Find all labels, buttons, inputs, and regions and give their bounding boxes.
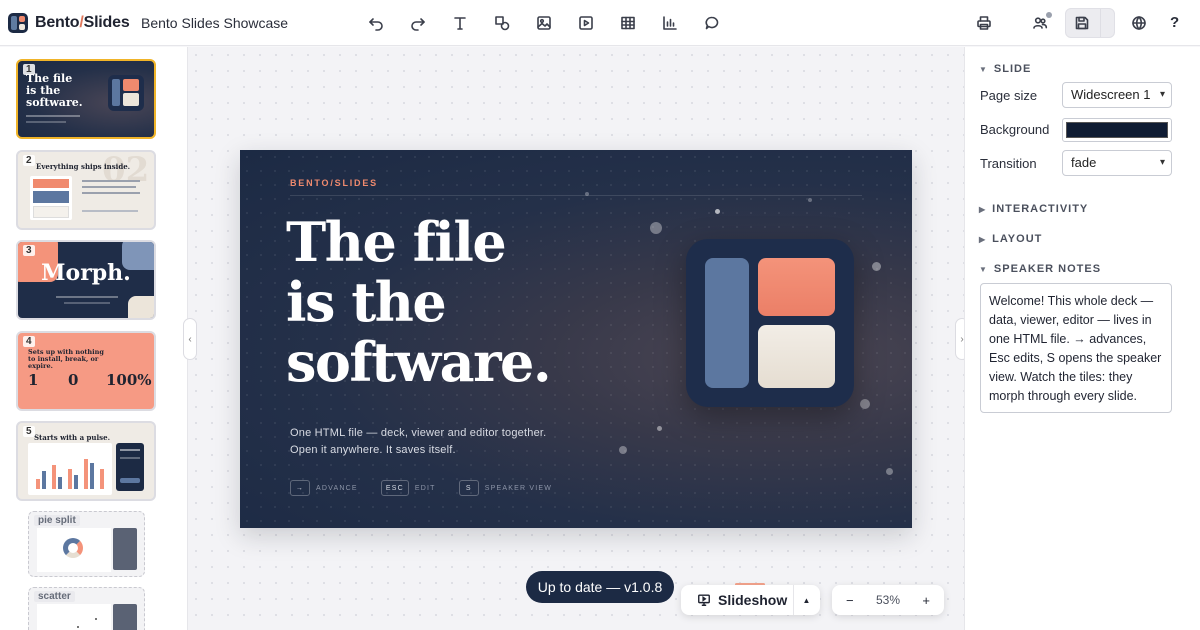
thumbnail-number: 1: [23, 64, 35, 75]
slide-headline[interactable]: The file is the software.: [286, 212, 552, 392]
thumbnail-bento-logo: [108, 75, 144, 111]
globe-icon[interactable]: [1127, 11, 1151, 35]
keycap-arrow: →: [290, 480, 310, 496]
slide-divider: [290, 195, 862, 196]
background-label: Background: [980, 122, 1050, 137]
shapes-icon[interactable]: [490, 11, 514, 35]
chevron-down-icon: ▾: [1159, 89, 1165, 100]
thumbnail-title: Sets up with nothing to install, break, …: [28, 348, 104, 370]
table-icon[interactable]: [616, 11, 640, 35]
thumbnail-stat: 100%: [106, 371, 152, 389]
text-icon[interactable]: [448, 11, 472, 35]
page-size-select[interactable]: Widescreen 1 ▾: [1062, 82, 1172, 108]
slideshow-options-caret-icon[interactable]: ▲: [793, 585, 819, 615]
thumbnail-number: 2: [23, 155, 35, 166]
thumbnail-title: Everything ships inside.: [36, 162, 131, 171]
background-color-picker[interactable]: [1062, 118, 1172, 142]
keycap-s: S: [458, 480, 479, 496]
thumbnail-title: Starts with a pulse.: [34, 433, 111, 442]
app-logo: [8, 13, 28, 33]
transition-label: Transition: [980, 156, 1037, 171]
current-slide[interactable]: BENTO/SLIDES The file is the software. O…: [240, 150, 912, 528]
speaker-notes-textarea[interactable]: Welcome! This whole deck — data, viewer,…: [980, 283, 1172, 413]
section-slide-header[interactable]: ▼ SLIDE: [979, 63, 1031, 75]
section-layout-header[interactable]: ▶ LAYOUT: [979, 233, 1042, 245]
template-label: pie split: [34, 515, 80, 526]
presentation-icon: [698, 594, 710, 606]
keyboard-hints: → ADVANCE ESC EDIT S SPEAKER VIEW: [290, 480, 572, 496]
bento-logo-illustration[interactable]: [686, 239, 854, 407]
video-icon[interactable]: [574, 11, 598, 35]
undo-icon[interactable]: [364, 11, 388, 35]
slide-thumbnail-5[interactable]: Starts with a pulse. 5: [16, 421, 156, 501]
document-title[interactable]: Bento Slides Showcase: [141, 15, 288, 31]
slideshow-button-group: Slideshow ▲: [681, 585, 820, 615]
thumbnail-number: 5: [23, 426, 35, 437]
print-icon[interactable]: [972, 11, 996, 35]
zoom-out-button[interactable]: −: [846, 593, 854, 608]
thumbnail-number: 4: [23, 336, 35, 347]
zoom-in-button[interactable]: +: [922, 593, 930, 608]
section-interactivity-header[interactable]: ▶ INTERACTIVITY: [979, 203, 1088, 215]
slideshow-button[interactable]: Slideshow: [681, 592, 793, 608]
presence-indicator: [1046, 12, 1052, 18]
thumbnail-stat: 1: [28, 371, 39, 389]
thumbnail-title: The file is the software.: [26, 72, 83, 109]
slide-thumbnail-1[interactable]: The file is the software. 1: [16, 59, 156, 139]
update-status-pill[interactable]: Up to date — v1.0.8: [526, 571, 674, 603]
chevron-down-icon: ▾: [1159, 157, 1165, 168]
keycap-esc: ESC: [380, 480, 409, 496]
image-icon[interactable]: [532, 11, 556, 35]
chart-icon[interactable]: [658, 11, 682, 35]
save-icon[interactable]: [1070, 11, 1094, 35]
comment-icon[interactable]: [700, 11, 724, 35]
background-color-swatch: [1066, 122, 1168, 138]
template-label: scatter: [34, 591, 75, 602]
top-toolbar: Bento/Slides Bento Slides Showcase ?: [0, 0, 1200, 46]
redo-icon[interactable]: [406, 11, 430, 35]
slide-thumbnail-3[interactable]: Morph. 3: [16, 240, 156, 320]
help-icon[interactable]: ?: [1170, 14, 1179, 31]
zoom-control: − 53% +: [832, 585, 944, 615]
app-brand: Bento/Slides: [35, 14, 130, 31]
thumbnail-stat: 0: [68, 371, 79, 389]
slide-kicker: BENTO/SLIDES: [290, 178, 378, 188]
page-size-label: Page size: [980, 88, 1038, 103]
slide-thumbnail-2[interactable]: 02 Everything ships inside. 2: [16, 150, 156, 230]
slide-thumbnail-rail: The file is the software. 1 02 Everythin…: [0, 47, 188, 630]
properties-panel: ▼ SLIDE Page size Widescreen 1 ▾ Backgroun…: [964, 47, 1200, 630]
slide-subtitle[interactable]: One HTML file — deck, viewer and editor …: [290, 425, 546, 459]
section-speaker-notes-header[interactable]: ▼ SPEAKER NOTES: [979, 263, 1101, 275]
collapse-left-panel-handle[interactable]: ‹: [183, 318, 197, 360]
thumbnail-number: 3: [23, 245, 35, 256]
transition-select[interactable]: fade ▾: [1062, 150, 1172, 176]
thumbnail-title: Morph.: [41, 260, 131, 286]
slide-thumbnail-4[interactable]: Sets up with nothing to install, break, …: [16, 331, 156, 411]
layout-template-scatter[interactable]: scatter: [28, 587, 145, 630]
layout-template-pie-split[interactable]: pie split: [28, 511, 145, 577]
zoom-level: 53%: [875, 593, 901, 607]
